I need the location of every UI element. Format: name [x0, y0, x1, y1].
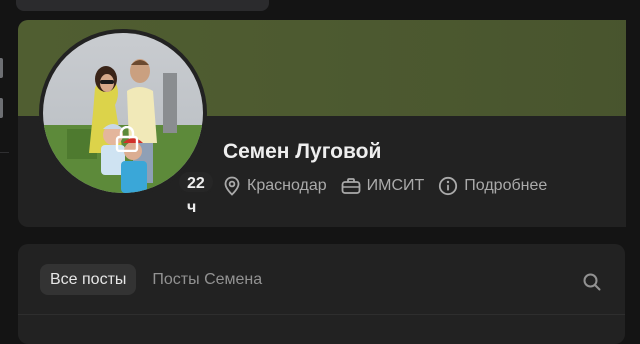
nav-edge-mark [0, 98, 3, 118]
avatar-photo [43, 33, 203, 193]
profile-city[interactable]: Краснодар [223, 176, 327, 196]
location-pin-icon [224, 176, 240, 196]
avatar[interactable] [43, 33, 203, 193]
page-edge [626, 0, 640, 330]
profile-city-label: Краснодар [247, 177, 327, 194]
nav-divider [0, 152, 9, 153]
tab-user-posts[interactable]: Посты Семена [142, 264, 272, 295]
search-icon[interactable] [580, 270, 604, 294]
last-seen-badge: 22 ч [177, 170, 215, 216]
briefcase-icon [341, 178, 361, 194]
left-nav-edge [0, 0, 16, 330]
profile-header-card: 22 ч Семен Луговой Краснодар ИМСИТ Подро… [18, 20, 640, 227]
top-search-bar[interactable] [16, 0, 269, 11]
profile-university[interactable]: ИМСИТ [341, 177, 425, 195]
avatar-frame: 22 ч [39, 29, 215, 216]
profile-name: Семен Луговой [223, 140, 382, 163]
profile-meta: Краснодар ИМСИТ Подробнее [223, 176, 561, 196]
posts-tabs: Все посты Посты Семена [40, 264, 278, 295]
nav-edge-mark [0, 58, 3, 78]
info-circle-icon [439, 176, 458, 196]
lock-icon [115, 126, 139, 152]
posts-card: Все посты Посты Семена [18, 244, 625, 344]
posts-divider [18, 314, 625, 315]
tab-all-posts[interactable]: Все посты [40, 264, 137, 295]
profile-details-link[interactable]: Подробнее [438, 176, 547, 196]
profile-details-label: Подробнее [464, 177, 548, 194]
profile-university-label: ИМСИТ [366, 177, 425, 194]
